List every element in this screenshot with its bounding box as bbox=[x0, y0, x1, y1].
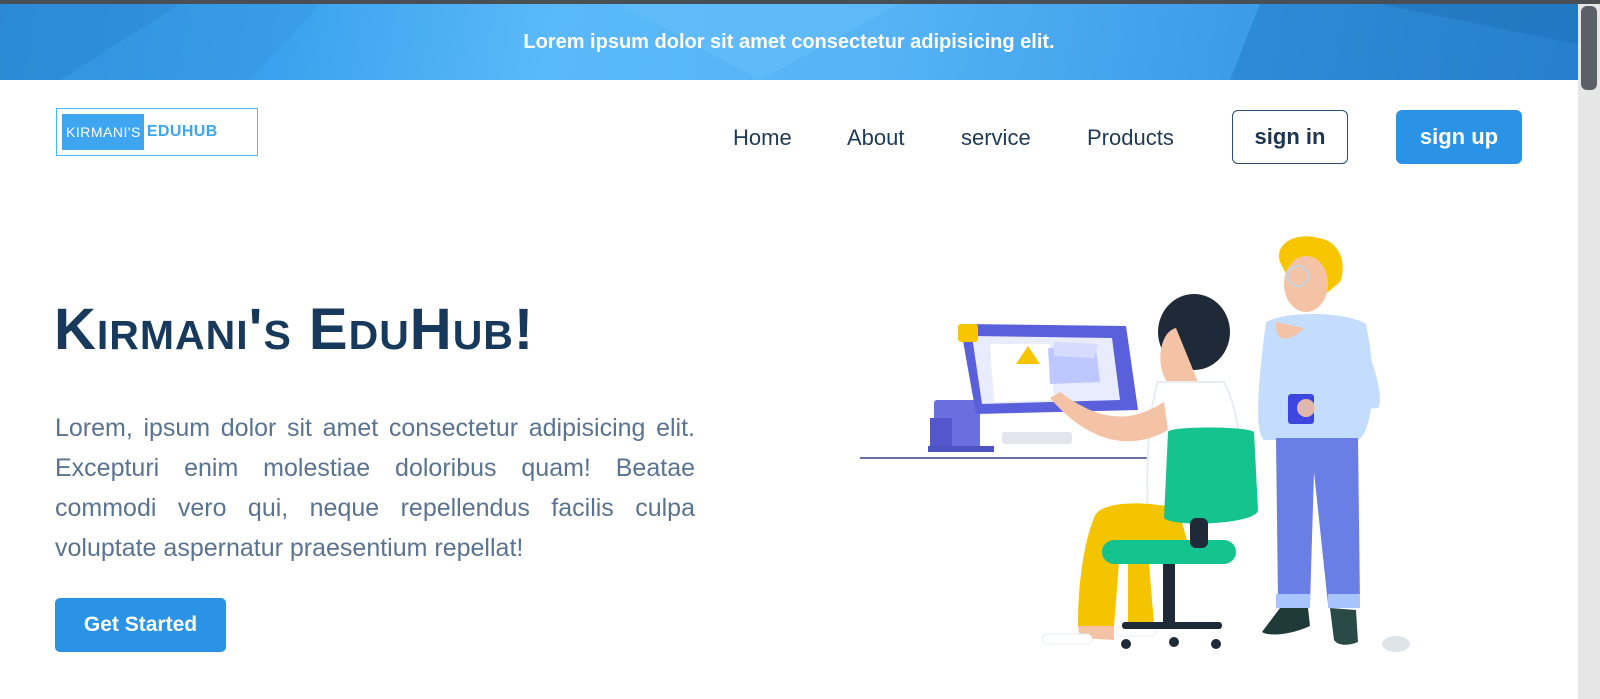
announcement-text: Lorem ipsum dolor sit amet consectetur a… bbox=[523, 31, 1055, 53]
page-scrollbar[interactable] bbox=[1578, 4, 1600, 699]
announcement-bar: Lorem ipsum dolor sit amet consectetur a… bbox=[0, 4, 1578, 80]
scrollbar-thumb[interactable] bbox=[1581, 6, 1597, 90]
nav-link-home[interactable]: Home bbox=[733, 118, 792, 158]
logo-text-kirmanis: KIRMANI'S bbox=[62, 114, 144, 150]
site-logo[interactable]: KIRMANI'S EDUHUB bbox=[56, 108, 258, 156]
hero-description: Lorem, ipsum dolor sit amet consectetur … bbox=[55, 414, 695, 562]
nav-link-about[interactable]: About bbox=[847, 118, 905, 158]
nav-link-products[interactable]: Products bbox=[1087, 118, 1174, 158]
hero-illustration bbox=[860, 236, 1410, 652]
logo-text-eduhub: EDUHUB bbox=[146, 123, 218, 140]
hero-title: Kirmani's EduHub! bbox=[54, 297, 535, 362]
nav-link-service[interactable]: service bbox=[961, 118, 1031, 158]
sign-in-button[interactable]: sign in bbox=[1232, 110, 1348, 164]
sign-up-button[interactable]: sign up bbox=[1396, 110, 1522, 164]
get-started-button[interactable]: Get Started bbox=[55, 598, 226, 652]
